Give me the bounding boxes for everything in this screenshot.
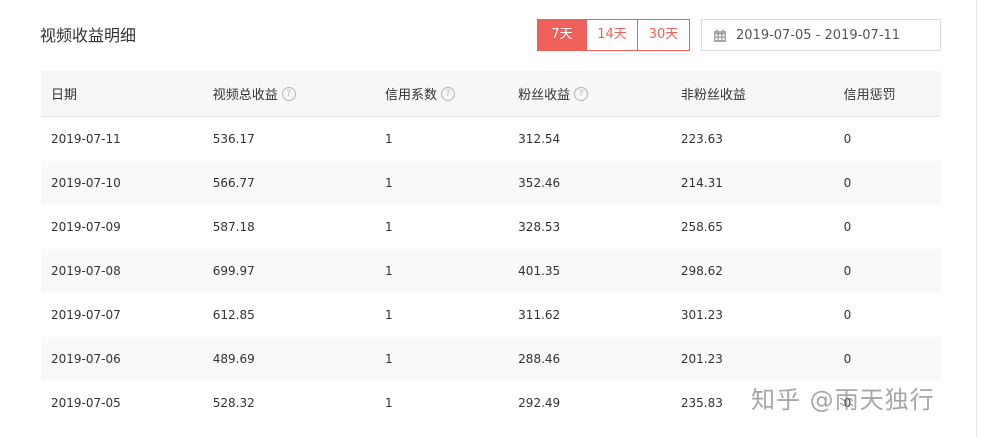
cell-total-revenue: 587.18 — [212, 220, 255, 234]
cell-credit-factor: 1 — [385, 352, 393, 366]
cell-credit-factor: 1 — [385, 264, 393, 278]
cell-fan-revenue: 352.46 — [518, 176, 561, 190]
cell-credit-factor: 1 — [385, 220, 393, 234]
cell-date: 2019-07-11 — [51, 132, 121, 146]
cell-credit-factor: 1 — [385, 176, 393, 190]
cell-date: 2019-07-05 — [51, 396, 121, 410]
column-header-total-revenue: 视频总收益? — [203, 84, 375, 103]
cell-total-revenue: 528.32 — [212, 396, 255, 410]
cell-date: 2019-07-07 — [51, 308, 121, 322]
range-30-days-button[interactable]: 30天 — [638, 19, 690, 51]
cell-credit-penalty: 0 — [843, 132, 852, 146]
help-icon[interactable]: ? — [574, 86, 589, 101]
cell-date: 2019-07-10 — [51, 176, 121, 190]
cell-fan-revenue: 311.62 — [518, 308, 561, 322]
page-edge-divider — [976, 0, 977, 437]
watermark: 知乎 @雨天独行 — [751, 386, 935, 414]
column-header-non-fan-revenue: 非粉丝收益 — [680, 88, 746, 103]
cell-date: 2019-07-08 — [51, 264, 121, 278]
cell-non-fan-revenue: 223.63 — [680, 132, 723, 146]
cell-credit-penalty: 0 — [843, 176, 852, 190]
page-title: 视频收益明细 — [40, 26, 137, 45]
cell-credit-factor: 1 — [385, 308, 393, 322]
cell-date: 2019-07-06 — [51, 352, 121, 366]
cell-credit-penalty: 0 — [843, 352, 852, 366]
cell-total-revenue: 536.17 — [212, 132, 255, 146]
table-header-row: 日期 视频总收益? 信用系数? 粉丝收益? 非粉丝收益 信用惩罚 — [41, 71, 941, 117]
revenue-table: 日期 视频总收益? 信用系数? 粉丝收益? 非粉丝收益 信用惩罚 2019-07… — [41, 71, 941, 425]
cell-credit-penalty: 0 — [843, 220, 852, 234]
table-row: 2019-07-09 587.18 1 328.53 258.65 0 — [41, 205, 941, 249]
cell-fan-revenue: 292.49 — [518, 396, 561, 410]
cell-non-fan-revenue: 298.62 — [680, 264, 723, 278]
cell-fan-revenue: 328.53 — [518, 220, 561, 234]
calendar-icon — [713, 28, 727, 42]
cell-non-fan-revenue: 258.65 — [680, 220, 723, 234]
table-row: 2019-07-10 566.77 1 352.46 214.31 0 — [41, 161, 941, 205]
table-row: 2019-07-08 699.97 1 401.35 298.62 0 — [41, 249, 941, 293]
table-row: 2019-07-11 536.17 1 312.54 223.63 0 — [41, 117, 941, 161]
column-header-fan-revenue: 粉丝收益? — [508, 84, 671, 103]
cell-total-revenue: 612.85 — [212, 308, 255, 322]
cell-date: 2019-07-09 — [51, 220, 121, 234]
date-range-picker[interactable]: 2019-07-05 - 2019-07-11 — [701, 19, 941, 51]
cell-total-revenue: 699.97 — [212, 264, 255, 278]
cell-fan-revenue: 288.46 — [518, 352, 561, 366]
cell-credit-factor: 1 — [385, 132, 393, 146]
range-14-days-button[interactable]: 14天 — [587, 19, 638, 51]
column-header-credit-factor: 信用系数? — [375, 84, 508, 103]
cell-fan-revenue: 312.54 — [518, 132, 561, 146]
column-header-date: 日期 — [51, 88, 78, 103]
help-icon[interactable]: ? — [441, 86, 456, 101]
cell-total-revenue: 489.69 — [212, 352, 255, 366]
cell-non-fan-revenue: 201.23 — [680, 352, 723, 366]
table-row: 2019-07-07 612.85 1 311.62 301.23 0 — [41, 293, 941, 337]
cell-credit-factor: 1 — [385, 396, 393, 410]
cell-non-fan-revenue: 214.31 — [680, 176, 723, 190]
cell-fan-revenue: 401.35 — [518, 264, 561, 278]
cell-credit-penalty: 0 — [843, 264, 852, 278]
column-header-credit-penalty: 信用惩罚 — [843, 88, 896, 103]
cell-credit-penalty: 0 — [843, 308, 852, 322]
range-7-days-button[interactable]: 7天 — [537, 19, 587, 51]
date-range-value: 2019-07-05 - 2019-07-11 — [736, 27, 901, 43]
table-row: 2019-07-06 489.69 1 288.46 201.23 0 — [41, 337, 941, 381]
cell-total-revenue: 566.77 — [212, 176, 255, 190]
help-icon[interactable]: ? — [281, 86, 296, 101]
cell-non-fan-revenue: 301.23 — [680, 308, 723, 322]
date-range-toggle: 7天 14天 30天 — [537, 19, 690, 51]
